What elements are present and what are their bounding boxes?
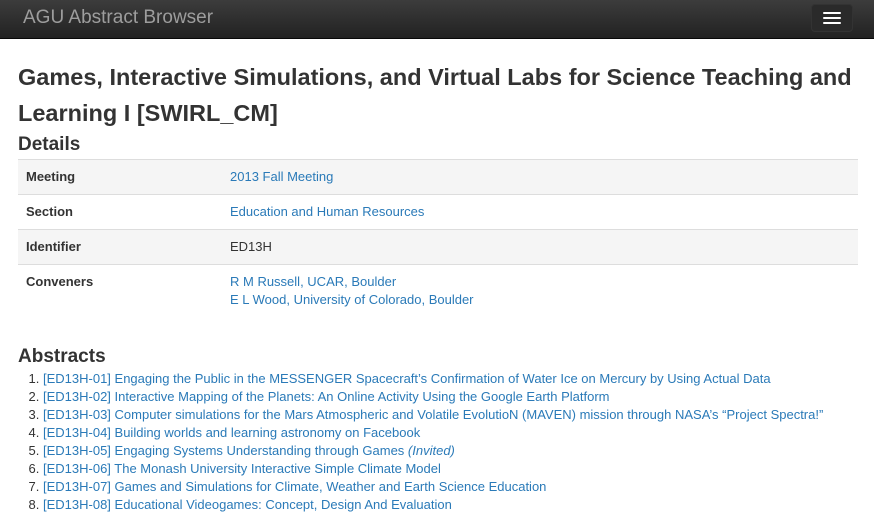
- details-value: 2013 Fall Meeting: [222, 159, 858, 195]
- page-title: Games, Interactive Simulations, and Virt…: [18, 64, 852, 126]
- abstracts-heading: Abstracts: [18, 346, 106, 367]
- list-item: [ED13H-06] The Monash University Interac…: [43, 460, 858, 478]
- top-navbar: AGU Abstract Browser: [0, 0, 874, 39]
- abstract-link[interactable]: [ED13H-04] Building worlds and learning …: [43, 425, 420, 440]
- abstract-link[interactable]: [ED13H-03] Computer simulations for the …: [43, 407, 823, 422]
- list-item: [ED13H-04] Building worlds and learning …: [43, 424, 858, 442]
- list-item: [ED13H-02] Interactive Mapping of the Pl…: [43, 388, 858, 406]
- abstract-link[interactable]: [ED13H-01] Engaging the Public in the ME…: [43, 371, 771, 386]
- hamburger-menu-icon-bar: [823, 17, 841, 19]
- abstracts-list: [ED13H-01] Engaging the Public in the ME…: [18, 370, 858, 514]
- details-table: Meeting 2013 Fall Meeting Section Educat…: [18, 159, 858, 317]
- abstract-link-text: [ED13H-08] Educational Videogames: Conce…: [43, 497, 452, 512]
- convener-link[interactable]: R M Russell, UCAR, Boulder: [230, 274, 396, 289]
- details-label: Meeting: [18, 159, 222, 195]
- meeting-link[interactable]: 2013 Fall Meeting: [230, 169, 333, 184]
- abstract-link-text: [ED13H-04] Building worlds and learning …: [43, 425, 421, 440]
- details-row-section: Section Education and Human Resources: [18, 194, 858, 230]
- details-label: Section: [18, 194, 222, 230]
- list-item: [ED13H-03] Computer simulations for the …: [43, 406, 858, 424]
- invited-note: (Invited): [407, 443, 455, 458]
- menu-toggle-button[interactable]: [811, 4, 853, 32]
- list-item: [ED13H-07] Games and Simulations for Cli…: [43, 478, 858, 496]
- abstract-link-text: [ED13H-06] The Monash University Interac…: [43, 461, 441, 476]
- details-label: Conveners: [26, 274, 94, 289]
- app-brand[interactable]: AGU Abstract Browser: [23, 6, 213, 30]
- main-content: Games, Interactive Simulations, and Virt…: [0, 59, 874, 514]
- details-label: Identifier: [18, 229, 222, 265]
- section-link[interactable]: Education and Human Resources: [230, 204, 424, 219]
- list-item: [ED13H-05] Engaging Systems Understandin…: [43, 442, 858, 460]
- hamburger-menu-icon-bar: [823, 22, 841, 24]
- abstract-link[interactable]: [ED13H-02] Interactive Mapping of the Pl…: [43, 389, 610, 404]
- abstract-link[interactable]: [ED13H-05] Engaging Systems Understandin…: [43, 443, 455, 458]
- abstract-link-text: [ED13H-05] Engaging Systems Understandin…: [43, 443, 408, 458]
- details-value: Education and Human Resources: [222, 194, 858, 230]
- hamburger-menu-icon: [823, 12, 841, 14]
- convener-link[interactable]: E L Wood, University of Colorado, Boulde…: [230, 292, 474, 307]
- details-row-conveners: Conveners R M Russell, UCAR, Boulder E L…: [18, 265, 858, 318]
- abstract-link-text: [ED13H-07] Games and Simulations for Cli…: [43, 479, 547, 494]
- list-item: [ED13H-08] Educational Videogames: Conce…: [43, 496, 858, 514]
- details-row-identifier: Identifier ED13H: [18, 229, 858, 265]
- details-value: R M Russell, UCAR, Boulder E L Wood, Uni…: [222, 265, 858, 318]
- details-heading: Details: [18, 134, 81, 155]
- details-row-meeting: Meeting 2013 Fall Meeting: [18, 159, 858, 195]
- abstract-link[interactable]: [ED13H-08] Educational Videogames: Conce…: [43, 497, 452, 512]
- abstract-link[interactable]: [ED13H-06] The Monash University Interac…: [43, 461, 441, 476]
- identifier-value: ED13H: [222, 229, 858, 265]
- abstract-link[interactable]: [ED13H-07] Games and Simulations for Cli…: [43, 479, 546, 494]
- abstract-link-text: [ED13H-03] Computer simulations for the …: [43, 407, 824, 422]
- abstract-link-text: [ED13H-01] Engaging the Public in the ME…: [43, 371, 771, 386]
- abstract-link-text: [ED13H-02] Interactive Mapping of the Pl…: [43, 389, 610, 404]
- list-item: [ED13H-01] Engaging the Public in the ME…: [43, 370, 858, 388]
